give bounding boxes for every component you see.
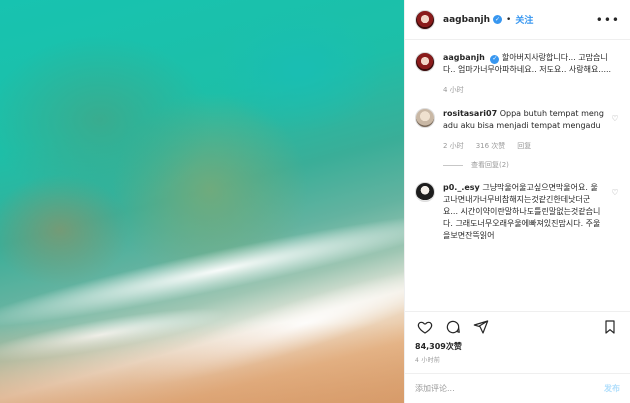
like-button[interactable]: [415, 317, 435, 337]
view-replies-button[interactable]: 查看回复(2): [443, 160, 620, 170]
caption: aagbanjh ✓ 할아버지사랑합니다... 고맙습니다.. 엄마가너무아파하…: [415, 52, 620, 96]
comment-body: aagbanjh ✓ 할아버지사랑합니다... 고맙습니다.. 엄마가너무아파하…: [443, 52, 620, 96]
bookmark-icon: [605, 319, 615, 334]
post-sidebar: aagbanjh ✓ • 关注 ••• aagbanjh ✓ 할아버지사랑합니다…: [404, 0, 630, 403]
paper-plane-icon: [473, 319, 489, 334]
comment-meta: 4 小时: [443, 84, 620, 96]
avatar[interactable]: [415, 108, 435, 128]
speech-bubble-icon: [446, 320, 460, 333]
avatar[interactable]: [415, 9, 435, 30]
comments-list[interactable]: aagbanjh ✓ 할아버지사랑합니다... 고맙습니다.. 엄마가너무아파하…: [405, 40, 630, 311]
comment-likes[interactable]: 316 次赞: [476, 140, 506, 152]
heart-icon[interactable]: ♡: [610, 114, 620, 123]
sand-shading: [0, 323, 404, 403]
comment-username[interactable]: rositasari07: [443, 109, 497, 118]
divider-line: [443, 164, 463, 166]
more-options-icon[interactable]: •••: [596, 13, 620, 27]
likes-count[interactable]: 84,309次赞: [405, 341, 630, 353]
post-photo[interactable]: [0, 0, 404, 403]
comment-item: p0._.esy 그냥막울어울고싶으면막울어요. 울고나면내가너무비참해지는것같…: [415, 182, 620, 242]
separator-dot: •: [506, 14, 512, 25]
comment-item: rositasari07 Oppa butuh tempat mengadu a…: [415, 108, 620, 152]
heart-icon[interactable]: ♡: [610, 188, 620, 197]
action-bar: [405, 311, 630, 341]
post-timestamp[interactable]: 4 小时前: [405, 353, 630, 367]
heart-icon: [417, 321, 433, 334]
comment-time[interactable]: 4 小时: [443, 84, 464, 96]
instagram-post: aagbanjh ✓ • 关注 ••• aagbanjh ✓ 할아버지사랑합니다…: [0, 0, 630, 403]
add-comment-bar: 发布: [405, 373, 630, 403]
post-comment-button[interactable]: 发布: [604, 383, 620, 394]
comment-time[interactable]: 2 小时: [443, 140, 464, 152]
share-button[interactable]: [471, 317, 491, 337]
post-header: aagbanjh ✓ • 关注 •••: [405, 0, 630, 40]
comment-username[interactable]: p0._.esy: [443, 183, 480, 192]
avatar[interactable]: [415, 182, 435, 202]
follow-button[interactable]: 关注: [515, 13, 533, 26]
header-username[interactable]: aagbanjh: [443, 15, 490, 25]
verified-badge-icon: ✓: [493, 15, 503, 24]
view-replies-label: 查看回复(2): [471, 161, 509, 169]
comment-body: rositasari07 Oppa butuh tempat mengadu a…: [443, 108, 604, 152]
comment-input[interactable]: [415, 384, 604, 393]
comment-username[interactable]: aagbanjh: [443, 53, 485, 62]
comment-meta: 2 小时 316 次赞 回复: [443, 140, 604, 152]
comment-button[interactable]: [443, 317, 463, 337]
avatar[interactable]: [415, 52, 435, 72]
comment-body: p0._.esy 그냥막울어울고싶으면막울어요. 울고나면내가너무비참해지는것같…: [443, 182, 604, 242]
verified-badge-icon: ✓: [490, 54, 500, 64]
reply-button[interactable]: 回复: [517, 140, 531, 152]
save-button[interactable]: [600, 317, 620, 337]
